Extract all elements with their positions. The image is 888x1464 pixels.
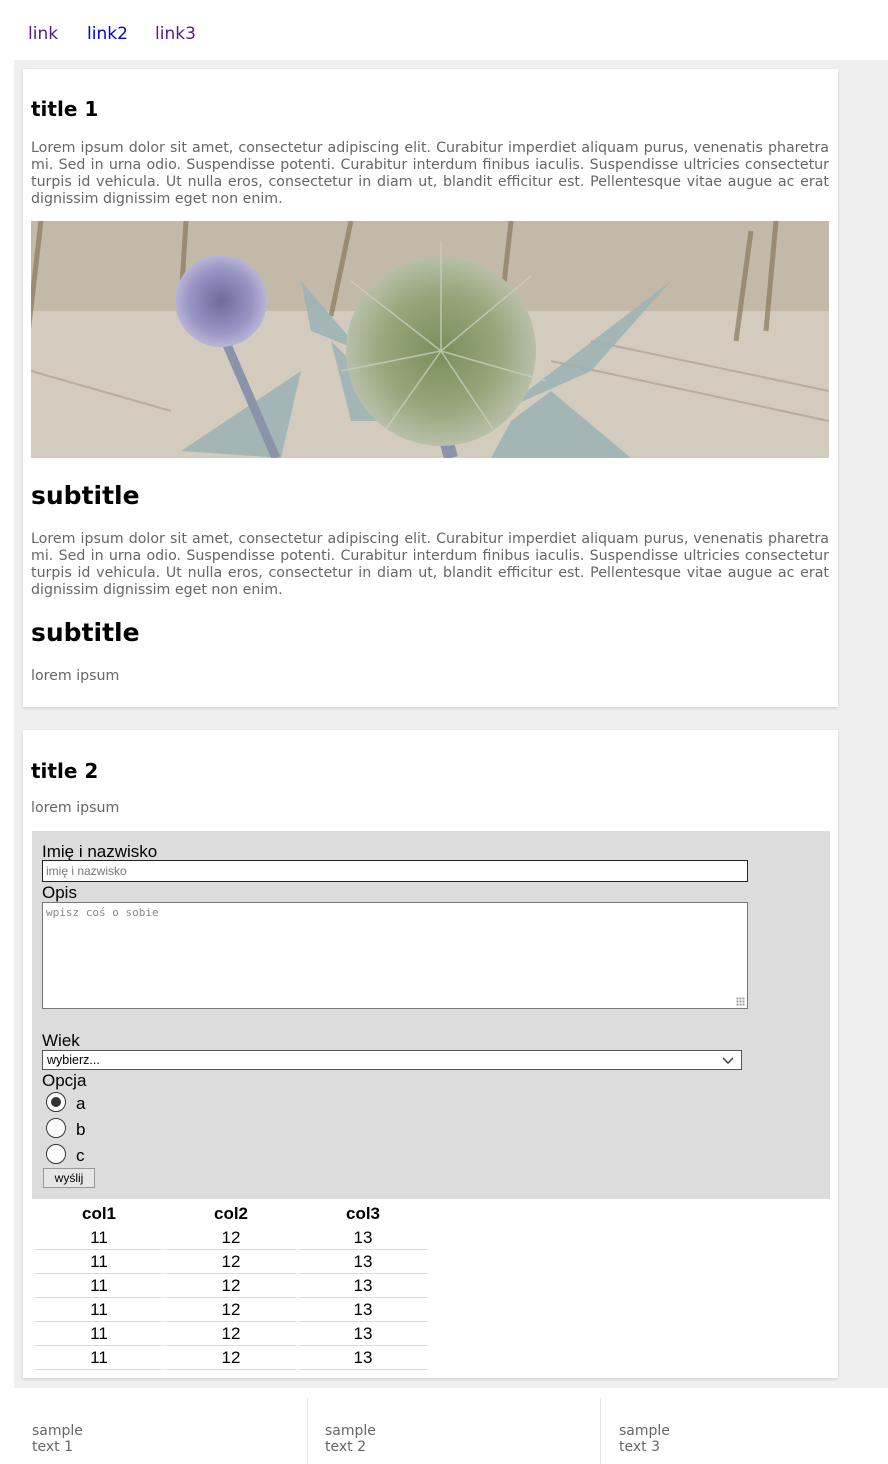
table-row: 11 12 13 (34, 1274, 428, 1298)
table-cell: 11 (34, 1250, 164, 1274)
description-textarea[interactable] (42, 902, 748, 1009)
thistle-image-art (31, 221, 829, 458)
table-cell: 11 (34, 1298, 164, 1322)
table-cell: 12 (166, 1346, 296, 1370)
radio-label-c: c (76, 1146, 85, 1165)
table-cell: 11 (34, 1322, 164, 1346)
age-label: Wiek (42, 1031, 80, 1050)
radio-button-b[interactable] (46, 1118, 66, 1138)
table-cell: 11 (34, 1274, 164, 1298)
table-row: 11 12 13 (34, 1298, 428, 1322)
section2-small-text: lorem ipsum (31, 800, 120, 816)
footer-text-2: sample text 2 (325, 1423, 376, 1455)
table-cell: 11 (34, 1346, 164, 1370)
table-cell: 12 (166, 1250, 296, 1274)
thistle-photo (31, 221, 829, 458)
nav-link-2[interactable]: link2 (87, 24, 128, 44)
radio-label-b: b (76, 1120, 86, 1139)
radio-label-a: a (76, 1094, 86, 1113)
age-select-value: wybierz... (47, 1053, 100, 1067)
name-label: Imię i nazwisko (42, 842, 158, 861)
table-cell: 13 (298, 1346, 428, 1370)
table-cell: 11 (34, 1226, 164, 1250)
table-header-col2: col2 (213, 1204, 249, 1223)
table-cell: 12 (166, 1298, 296, 1322)
section-subtitle-1: subtitle (31, 481, 140, 510)
name-input[interactable] (42, 860, 748, 882)
table-cell: 12 (166, 1226, 296, 1250)
section-subtitle-2: subtitle (31, 618, 140, 647)
footer: sample text 1 sample text 2 sample text … (0, 1388, 888, 1464)
footer-divider (600, 1398, 601, 1464)
submit-button[interactable]: wyślij (43, 1168, 95, 1188)
footer-divider (307, 1398, 308, 1464)
table-cell: 12 (166, 1274, 296, 1298)
section-title-2: title 2 (31, 759, 99, 783)
section-paragraph-2: Lorem ipsum dolor sit amet, consectetur … (31, 531, 829, 598)
section-card-1: title 1 Lorem ipsum dolor sit amet, cons… (23, 69, 838, 707)
radio-button-c[interactable] (46, 1144, 66, 1164)
footer-text-1: sample text 1 (32, 1423, 83, 1455)
table-cell: 13 (298, 1274, 428, 1298)
option-label: Opcja (42, 1071, 87, 1090)
age-select[interactable]: wybierz... (42, 1050, 742, 1070)
resize-grip-icon[interactable] (736, 997, 745, 1006)
table-row: 11 12 13 (34, 1226, 428, 1250)
section-paragraph-1: Lorem ipsum dolor sit amet, consectetur … (31, 140, 829, 207)
table-cell: 13 (298, 1226, 428, 1250)
table-header-row: col1 col2 col3 (34, 1202, 428, 1226)
radio-button-a[interactable] (46, 1092, 66, 1112)
nav-link-1[interactable]: link (28, 24, 58, 44)
table-row: 11 12 13 (34, 1346, 428, 1370)
table-row: 11 12 13 (34, 1322, 428, 1346)
section-card-2: title 2 lorem ipsum Imię i nazwisko Opis… (23, 730, 838, 1378)
data-table: col1 col2 col3 11 12 13 11 12 13 11 12 1… (32, 1202, 430, 1370)
table-cell: 13 (298, 1322, 428, 1346)
contact-form: Imię i nazwisko Opis Wiek wybierz... Opc… (32, 831, 830, 1199)
top-nav: link link2 link3 (0, 0, 888, 60)
table-cell: 13 (298, 1298, 428, 1322)
footer-text-3: sample text 3 (619, 1423, 670, 1455)
table-header-col3: col3 (345, 1204, 381, 1223)
nav-link-3[interactable]: link3 (155, 24, 196, 44)
table-cell: 13 (298, 1250, 428, 1274)
description-label: Opis (42, 883, 77, 902)
table-cell: 12 (166, 1322, 296, 1346)
chevron-down-icon (722, 1057, 734, 1064)
table-row: 11 12 13 (34, 1250, 428, 1274)
section-title-1: title 1 (31, 97, 99, 121)
section-small-text: lorem ipsum (31, 668, 120, 684)
table-header-col1: col1 (81, 1204, 117, 1223)
